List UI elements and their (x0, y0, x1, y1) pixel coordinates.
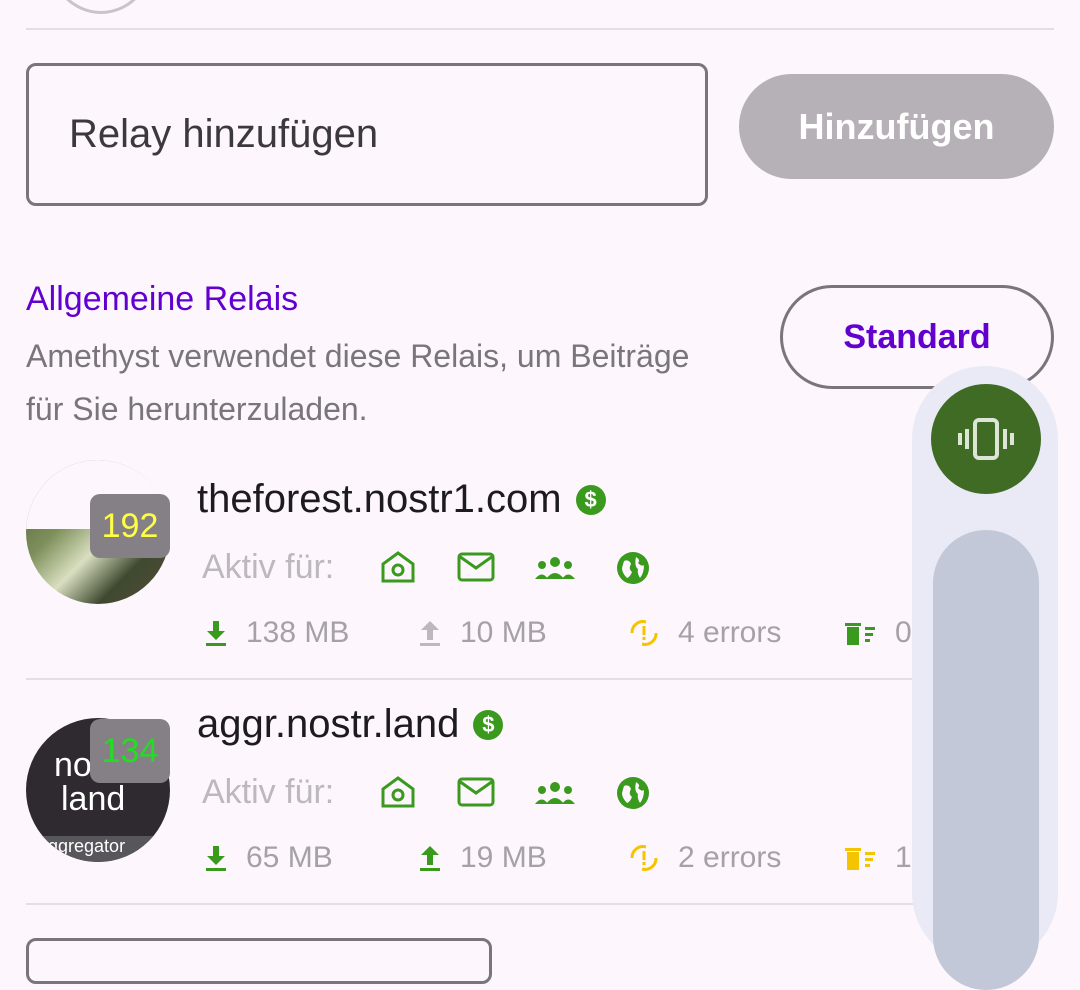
add-relay-button-label: Hinzufügen (798, 105, 995, 147)
errors-count: 2 errors (678, 841, 782, 874)
avatar-text: aggregator (38, 836, 126, 856)
scroll-thumb[interactable] (933, 530, 1039, 990)
download-size: 65 MB (246, 841, 333, 874)
spam-stat[interactable]: 0 (843, 616, 912, 650)
globe-icon[interactable] (616, 551, 650, 585)
relay-name: theforest.nostr1.com (197, 477, 562, 521)
relay-count: 134 (101, 731, 159, 770)
home-icon[interactable] (380, 550, 416, 584)
standard-button-label: Standard (843, 317, 991, 356)
download-icon (206, 621, 226, 646)
spam-stat[interactable]: 1 (843, 841, 912, 875)
active-for-label: Aktiv für: (202, 548, 335, 586)
download-size: 138 MB (246, 616, 350, 649)
relay-name: aggr.nostr.land (197, 702, 460, 746)
globe-icon[interactable] (616, 776, 650, 810)
relay-count-badge: 134 (90, 719, 170, 783)
vibration-icon (958, 418, 1014, 460)
mail-icon[interactable] (457, 777, 495, 807)
upload-size: 10 MB (460, 616, 547, 649)
section-description: Amethyst verwendet diese Relais, um Beit… (26, 338, 690, 427)
avatar-text: land (61, 780, 126, 818)
spam-count: 0 (895, 616, 912, 649)
relay-input[interactable]: Relay hinzufügen (26, 63, 708, 206)
row-divider (26, 903, 916, 905)
sync-error-icon (630, 845, 658, 871)
upload-stat: 10 MB (418, 616, 547, 650)
paid-icon: $ (473, 709, 504, 740)
upload-icon (420, 621, 440, 646)
vibrate-button[interactable] (931, 384, 1041, 494)
delete-sweep-icon (845, 848, 875, 870)
relay-name-row: aggr.nostr.land $ (197, 702, 504, 747)
relay-count: 192 (101, 506, 159, 545)
download-stat: 138 MB (204, 616, 349, 650)
group-icon[interactable] (534, 780, 576, 806)
section-title: Allgemeine Relais (26, 280, 299, 318)
errors-stat[interactable]: 4 errors (628, 616, 781, 650)
upload-size: 19 MB (460, 841, 547, 874)
download-icon (206, 846, 226, 871)
mail-icon[interactable] (457, 552, 495, 582)
delete-sweep-icon (845, 623, 875, 645)
errors-stat[interactable]: 2 errors (628, 841, 781, 875)
relay-input-placeholder: Relay hinzufügen (69, 112, 379, 156)
upload-icon (420, 846, 440, 871)
group-icon[interactable] (534, 555, 576, 581)
home-icon[interactable] (380, 775, 416, 809)
paid-icon: $ (575, 484, 606, 515)
top-avatar-partial (48, 0, 154, 14)
download-stat: 65 MB (204, 841, 333, 875)
add-relay-button[interactable]: Hinzufügen (739, 74, 1054, 179)
errors-count: 4 errors (678, 616, 782, 649)
relay-name-row: theforest.nostr1.com $ (197, 477, 606, 522)
relay-count-badge: 192 (90, 494, 170, 558)
active-for-label: Aktiv für: (202, 773, 335, 811)
upload-stat: 19 MB (418, 841, 547, 875)
top-divider (26, 28, 1054, 30)
spam-count: 1 (895, 841, 912, 874)
sync-error-icon (630, 620, 658, 646)
bottom-input-partial[interactable] (26, 938, 492, 984)
